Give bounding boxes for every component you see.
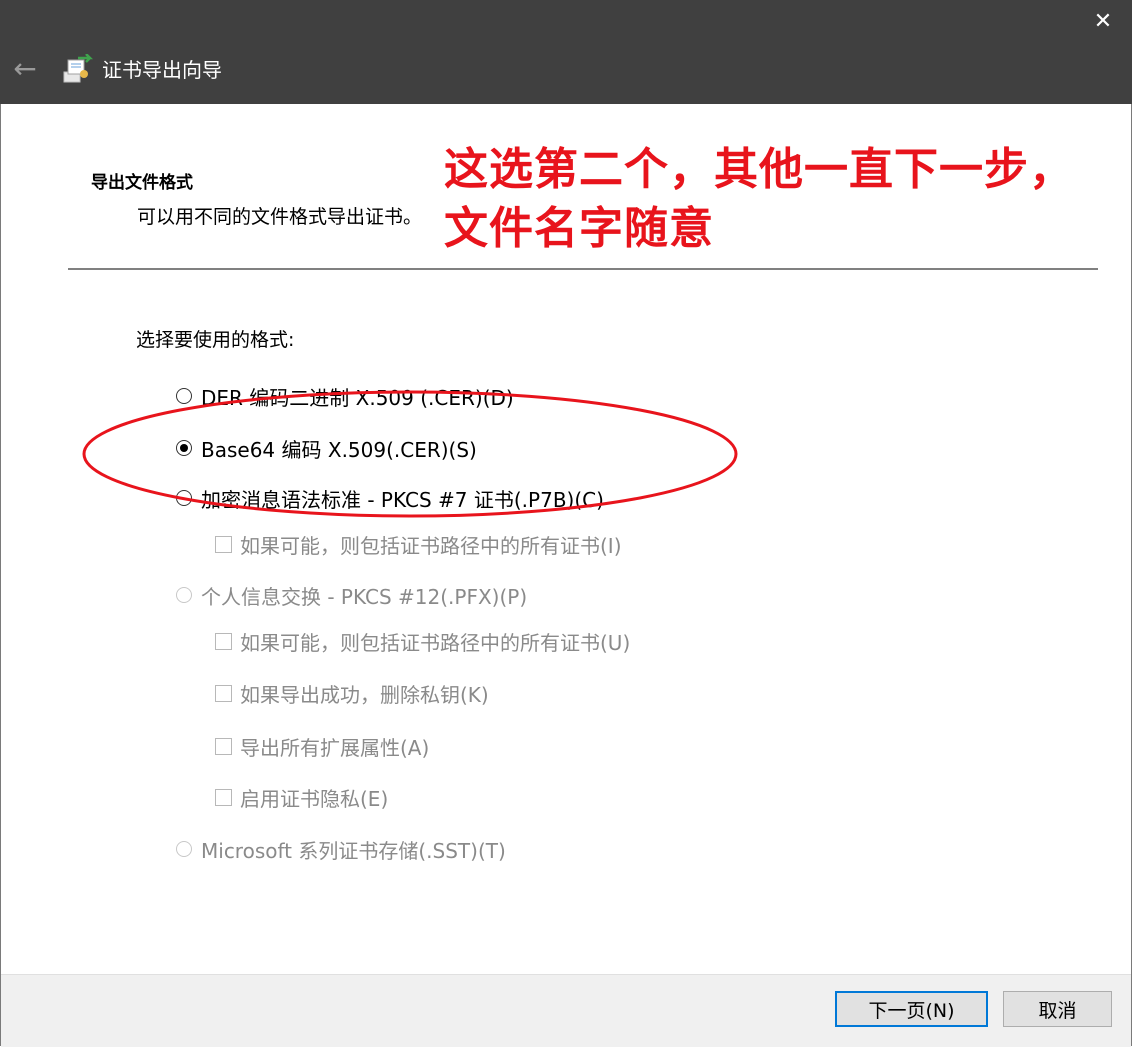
title-bar: ← 证书导出向导 ✕ bbox=[0, 0, 1132, 104]
checkbox[interactable] bbox=[215, 535, 232, 553]
radio-label-base64: Base64 编码 X.509(.CER)(S) bbox=[201, 437, 477, 462]
checkbox[interactable] bbox=[215, 737, 232, 755]
page-heading: 导出文件格式 bbox=[91, 173, 193, 193]
certificate-wizard-icon bbox=[63, 54, 94, 83]
checkbox[interactable] bbox=[215, 684, 232, 702]
radio-button[interactable] bbox=[176, 490, 192, 506]
arrow-left-icon: ← bbox=[13, 52, 37, 85]
back-button[interactable]: ← bbox=[8, 52, 42, 86]
checkbox-label: 启用证书隐私(E) bbox=[240, 786, 389, 811]
checkbox-delete-private-key[interactable]: 如果导出成功，删除私钥(K) bbox=[215, 679, 489, 707]
checkbox-include-chain-p7b[interactable]: 如果可能，则包括证书路径中的所有证书(I) bbox=[215, 530, 622, 558]
checkbox-export-extended[interactable]: 导出所有扩展属性(A) bbox=[215, 732, 429, 760]
cancel-button[interactable]: 取消 bbox=[1003, 991, 1112, 1027]
radio-button-selected[interactable] bbox=[176, 440, 192, 456]
radio-label-sst: Microsoft 系列证书存储(.SST)(T) bbox=[201, 838, 506, 863]
annotation-line-2: 文件名字随意 bbox=[444, 203, 714, 254]
radio-button[interactable] bbox=[176, 388, 192, 404]
next-button-label: 下一页(N) bbox=[868, 999, 955, 1022]
checkbox[interactable] bbox=[215, 788, 232, 806]
radio-base64[interactable]: Base64 编码 X.509(.CER)(S) bbox=[176, 434, 477, 462]
page-subheading: 可以用不同的文件格式导出证书。 bbox=[137, 206, 423, 228]
radio-label-pkcs7: 加密消息语法标准 - PKCS #7 证书(.P7B)(C) bbox=[201, 487, 604, 512]
checkbox-label: 导出所有扩展属性(A) bbox=[240, 735, 430, 760]
checkbox-include-chain-pfx[interactable]: 如果可能，则包括证书路径中的所有证书(U) bbox=[215, 627, 630, 655]
red-annotation: 这选第二个，其他一直下一步， 文件名字随意 bbox=[444, 140, 1124, 258]
annotation-line-1: 这选第二个，其他一直下一步， bbox=[444, 144, 1074, 195]
radio-label-der: DER 编码二进制 X.509 (.CER)(D) bbox=[201, 385, 514, 410]
checkbox-enable-privacy[interactable]: 启用证书隐私(E) bbox=[215, 783, 388, 811]
checkbox[interactable] bbox=[215, 632, 232, 650]
wizard-title: 证书导出向导 bbox=[102, 58, 222, 82]
radio-der[interactable]: DER 编码二进制 X.509 (.CER)(D) bbox=[176, 382, 514, 410]
radio-label-pkcs12: 个人信息交换 - PKCS #12(.PFX)(P) bbox=[201, 584, 528, 609]
next-button[interactable]: 下一页(N) bbox=[835, 991, 988, 1027]
checkbox-label: 如果可能，则包括证书路径中的所有证书(I) bbox=[240, 533, 622, 558]
header-separator bbox=[68, 268, 1098, 270]
checkbox-label: 如果导出成功，删除私钥(K) bbox=[240, 682, 489, 707]
cancel-button-label: 取消 bbox=[1038, 999, 1077, 1022]
checkbox-label: 如果可能，则包括证书路径中的所有证书(U) bbox=[240, 630, 631, 655]
radio-sst[interactable]: Microsoft 系列证书存储(.SST)(T) bbox=[176, 835, 506, 863]
format-prompt: 选择要使用的格式: bbox=[136, 329, 295, 351]
radio-pkcs12[interactable]: 个人信息交换 - PKCS #12(.PFX)(P) bbox=[176, 581, 527, 609]
radio-button-disabled[interactable] bbox=[176, 841, 192, 857]
close-button[interactable]: ✕ bbox=[1084, 4, 1122, 40]
radio-pkcs7[interactable]: 加密消息语法标准 - PKCS #7 证书(.P7B)(C) bbox=[176, 484, 604, 512]
radio-button-disabled[interactable] bbox=[176, 587, 192, 603]
close-icon: ✕ bbox=[1093, 9, 1113, 34]
